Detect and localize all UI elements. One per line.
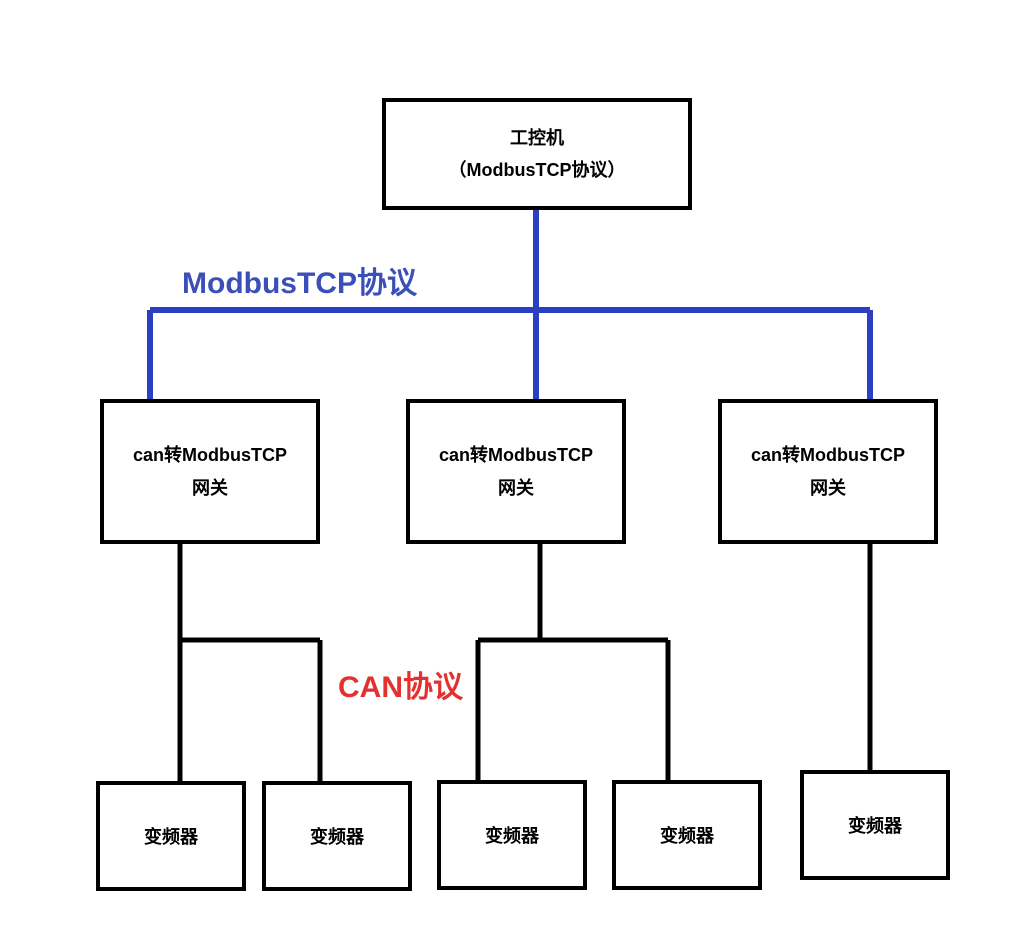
node-gateway-2: can转ModbusTCP 网关	[406, 399, 626, 544]
label-modbustcp: ModbusTCP协议	[182, 258, 417, 302]
inverter-label: 变频器	[485, 822, 539, 848]
node-inverter-4: 变频器	[612, 780, 762, 890]
gateway-line2: 网关	[498, 472, 534, 504]
inverter-label: 变频器	[660, 822, 714, 848]
node-ipc: 工控机 （ModbusTCP协议）	[382, 98, 692, 210]
node-gateway-3: can转ModbusTCP 网关	[718, 399, 938, 544]
label-can: CAN协议	[338, 662, 463, 706]
inverter-label: 变频器	[848, 812, 902, 838]
gateway-line2: 网关	[810, 472, 846, 504]
node-inverter-2: 变频器	[262, 781, 412, 891]
gateway-line2: 网关	[192, 472, 228, 504]
node-gateway-1: can转ModbusTCP 网关	[100, 399, 320, 544]
node-inverter-3: 变频器	[437, 780, 587, 890]
gateway-line1: can转ModbusTCP	[439, 439, 593, 471]
inverter-label: 变频器	[310, 823, 364, 849]
gateway-line1: can转ModbusTCP	[133, 439, 287, 471]
gateway-line1: can转ModbusTCP	[751, 439, 905, 471]
node-ipc-line1: 工控机	[510, 122, 564, 154]
node-ipc-line2: （ModbusTCP协议）	[449, 154, 626, 186]
node-inverter-5: 变频器	[800, 770, 950, 880]
node-inverter-1: 变频器	[96, 781, 246, 891]
inverter-label: 变频器	[144, 823, 198, 849]
diagram-canvas: 工控机 （ModbusTCP协议） ModbusTCP协议 CAN协议 can转…	[0, 0, 1033, 933]
